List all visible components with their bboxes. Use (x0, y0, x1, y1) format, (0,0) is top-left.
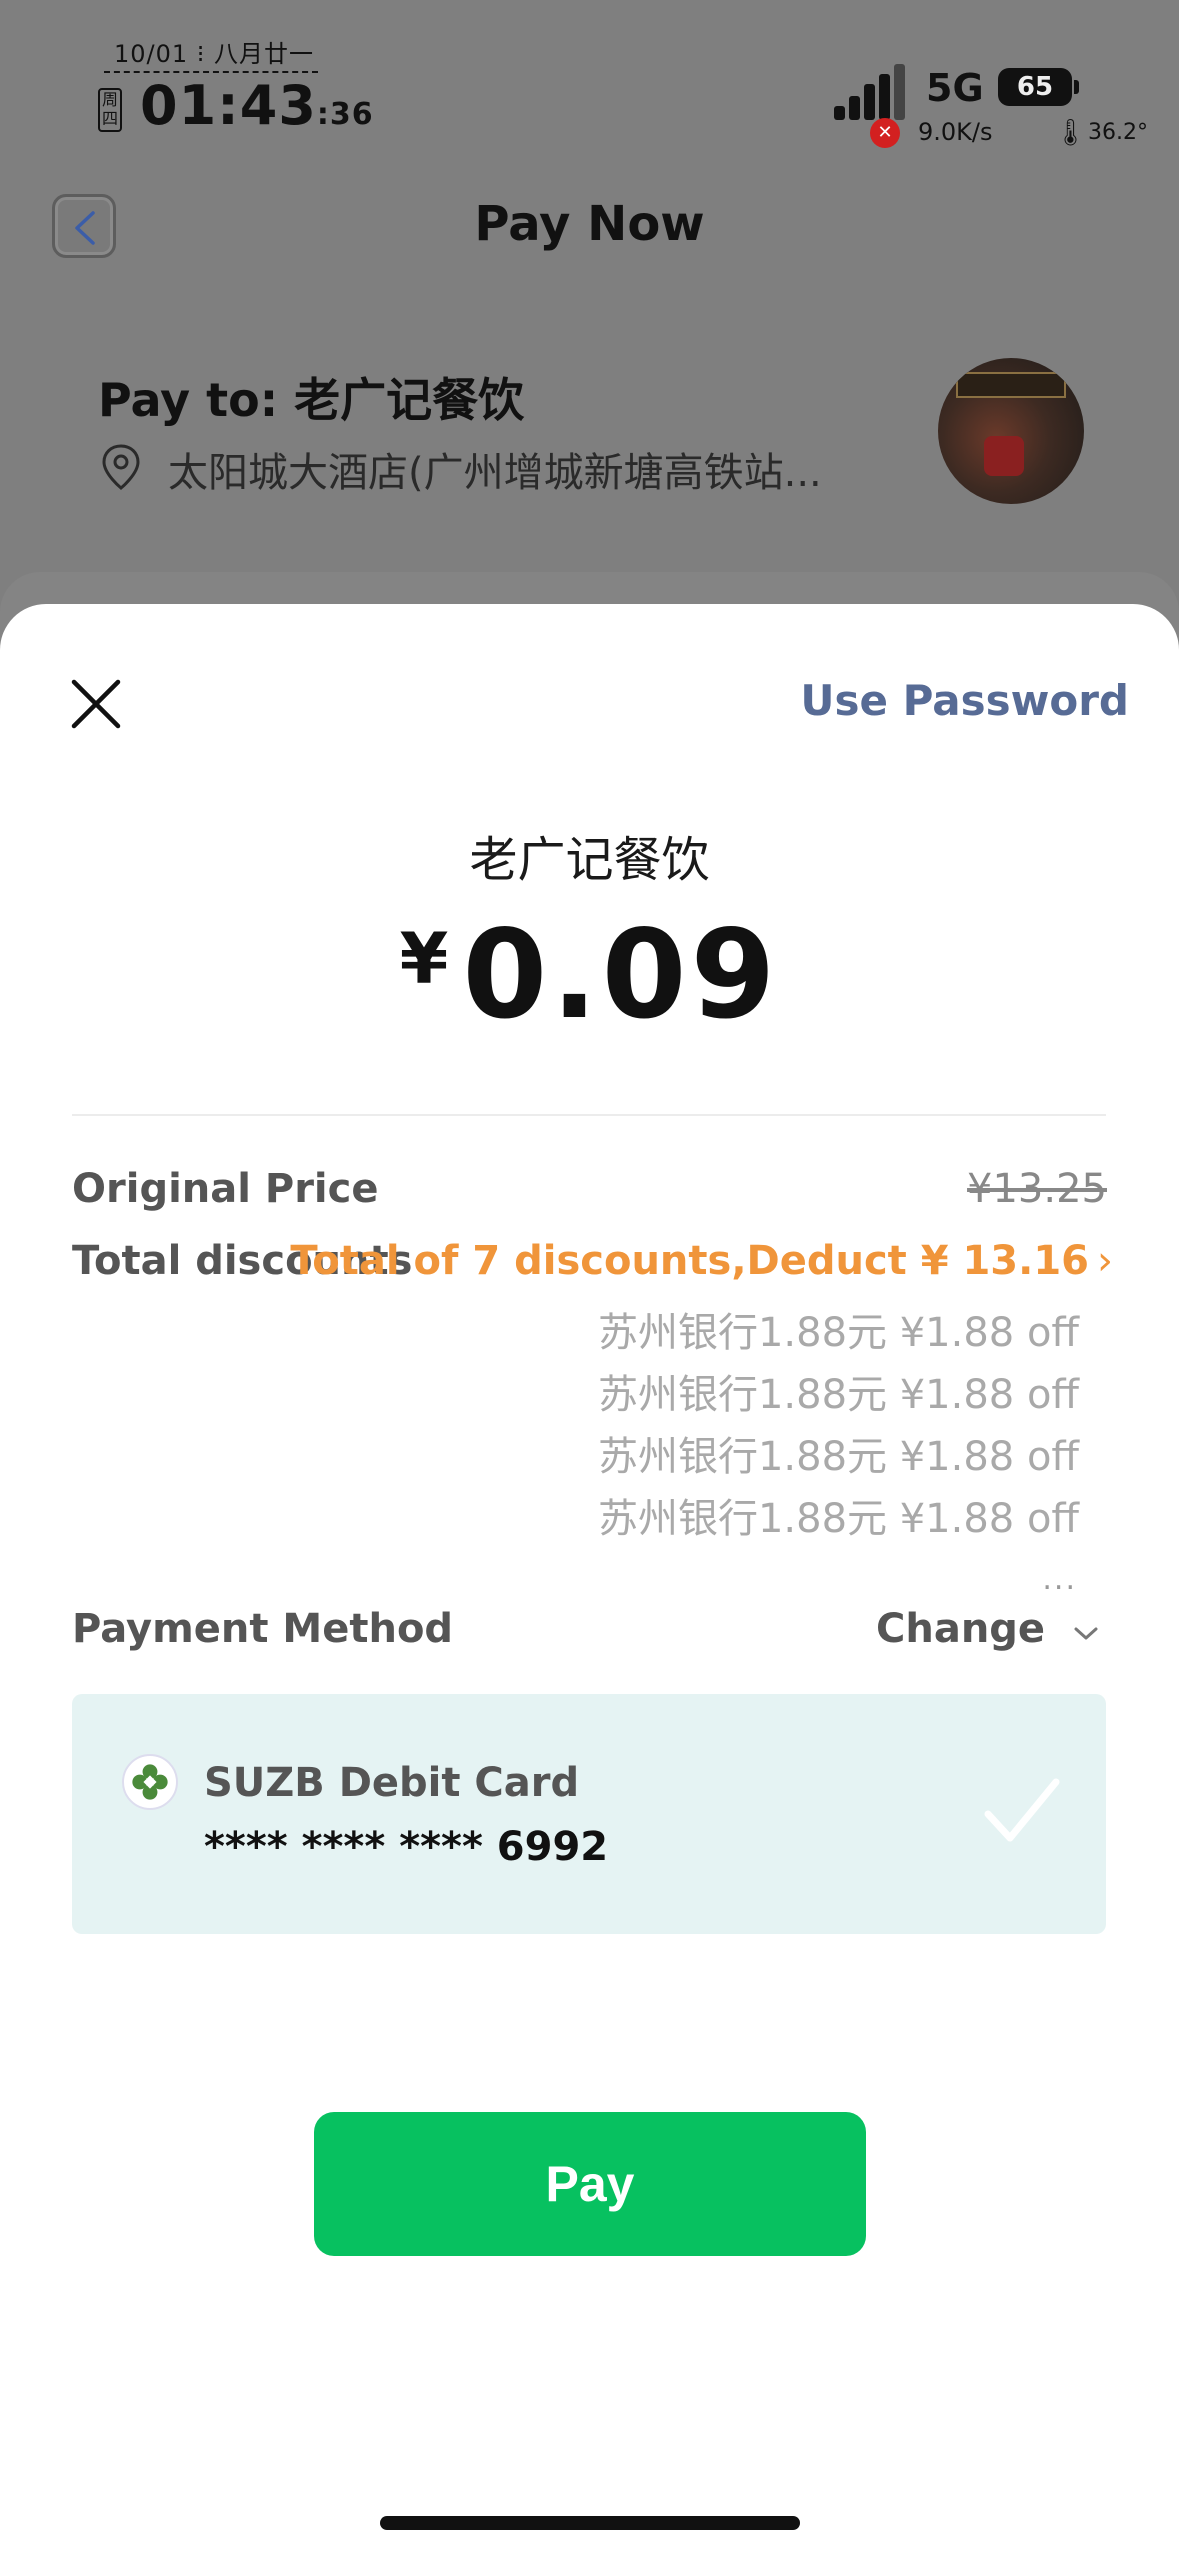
discount-item: 苏州银行1.88元 ¥1.88 off (597, 1310, 1079, 1356)
battery-tip (1074, 80, 1079, 94)
net-speed: 9.0K/s (918, 118, 993, 146)
temperature: 36.2° (1088, 120, 1148, 145)
sheet-merchant-name: 老广记餐饮 (469, 832, 710, 888)
pay-button[interactable]: Pay (314, 2112, 866, 2256)
page-title: Pay Now (474, 196, 705, 252)
use-password-link[interactable]: Use Password (800, 676, 1129, 725)
change-label: Change (876, 1606, 1046, 1652)
status-time-hm: 01:43 (140, 74, 317, 137)
close-icon[interactable] (66, 674, 126, 734)
more-discounts-indicator: ... (1042, 1562, 1077, 1597)
discount-summary-text: Total of 7 discounts,Deduct ¥ 13.16 (290, 1238, 1089, 1284)
status-time-seconds: :36 (316, 97, 374, 132)
change-payment-button[interactable]: Change (876, 1606, 1099, 1652)
divider (72, 1114, 1106, 1116)
original-price: ¥13.25 (967, 1166, 1107, 1212)
original-price-label: Original Price (72, 1166, 379, 1212)
bank-logo-icon (122, 1754, 178, 1810)
chevron-down-icon (1074, 1627, 1098, 1640)
status-weekday: 周四 (98, 88, 122, 132)
payment-method-label: Payment Method (72, 1606, 454, 1652)
background-page: 10/01 ⁝ 八月廿一 周四 01:43:36 5G 65 ✕ 9.0K/s … (0, 0, 1179, 640)
avatar-signboard (956, 372, 1066, 398)
card-number: **** **** **** 6992 (204, 1824, 609, 1870)
discount-summary-link[interactable]: Total of 7 discounts,Deduct ¥ 13.16 › (290, 1238, 1113, 1284)
payment-amount: ¥0.09 (0, 904, 1179, 1046)
avatar-figure (984, 436, 1024, 476)
status-time: 01:43:36 (140, 74, 374, 137)
mute-icon: ✕ (870, 118, 900, 148)
selected-card[interactable]: SUZB Debit Card **** **** **** 6992 (72, 1694, 1106, 1934)
currency-symbol: ¥ (399, 918, 449, 1000)
amount-value: 0.09 (462, 904, 780, 1046)
discount-item: 苏州银行1.88元 ¥1.88 off (597, 1372, 1079, 1418)
location-pin-icon (102, 444, 140, 490)
battery-icon: 65 (998, 68, 1072, 106)
home-indicator[interactable] (380, 2516, 800, 2530)
thermometer-icon: 🌡 (1054, 118, 1088, 148)
payment-sheet: Use Password 老广记餐饮 ¥0.09 Original Price … (0, 604, 1179, 2556)
signal-icon (834, 64, 905, 120)
card-name: SUZB Debit Card (204, 1760, 580, 1806)
discount-item: 苏州银行1.88元 ¥1.88 off (597, 1434, 1079, 1480)
pay-to-label: Pay to: 老广记餐饮 (98, 373, 525, 427)
checkmark-icon (984, 1778, 1060, 1842)
merchant-address: 太阳城大酒店(广州增城新塘高铁站... (168, 450, 822, 496)
status-date: 10/01 ⁝ 八月廿一 (104, 34, 319, 73)
merchant-avatar (938, 358, 1084, 504)
network-type: 5G (926, 66, 984, 110)
discount-item: 苏州银行1.88元 ¥1.88 off (597, 1496, 1079, 1542)
chevron-right-icon: › (1097, 1238, 1113, 1284)
